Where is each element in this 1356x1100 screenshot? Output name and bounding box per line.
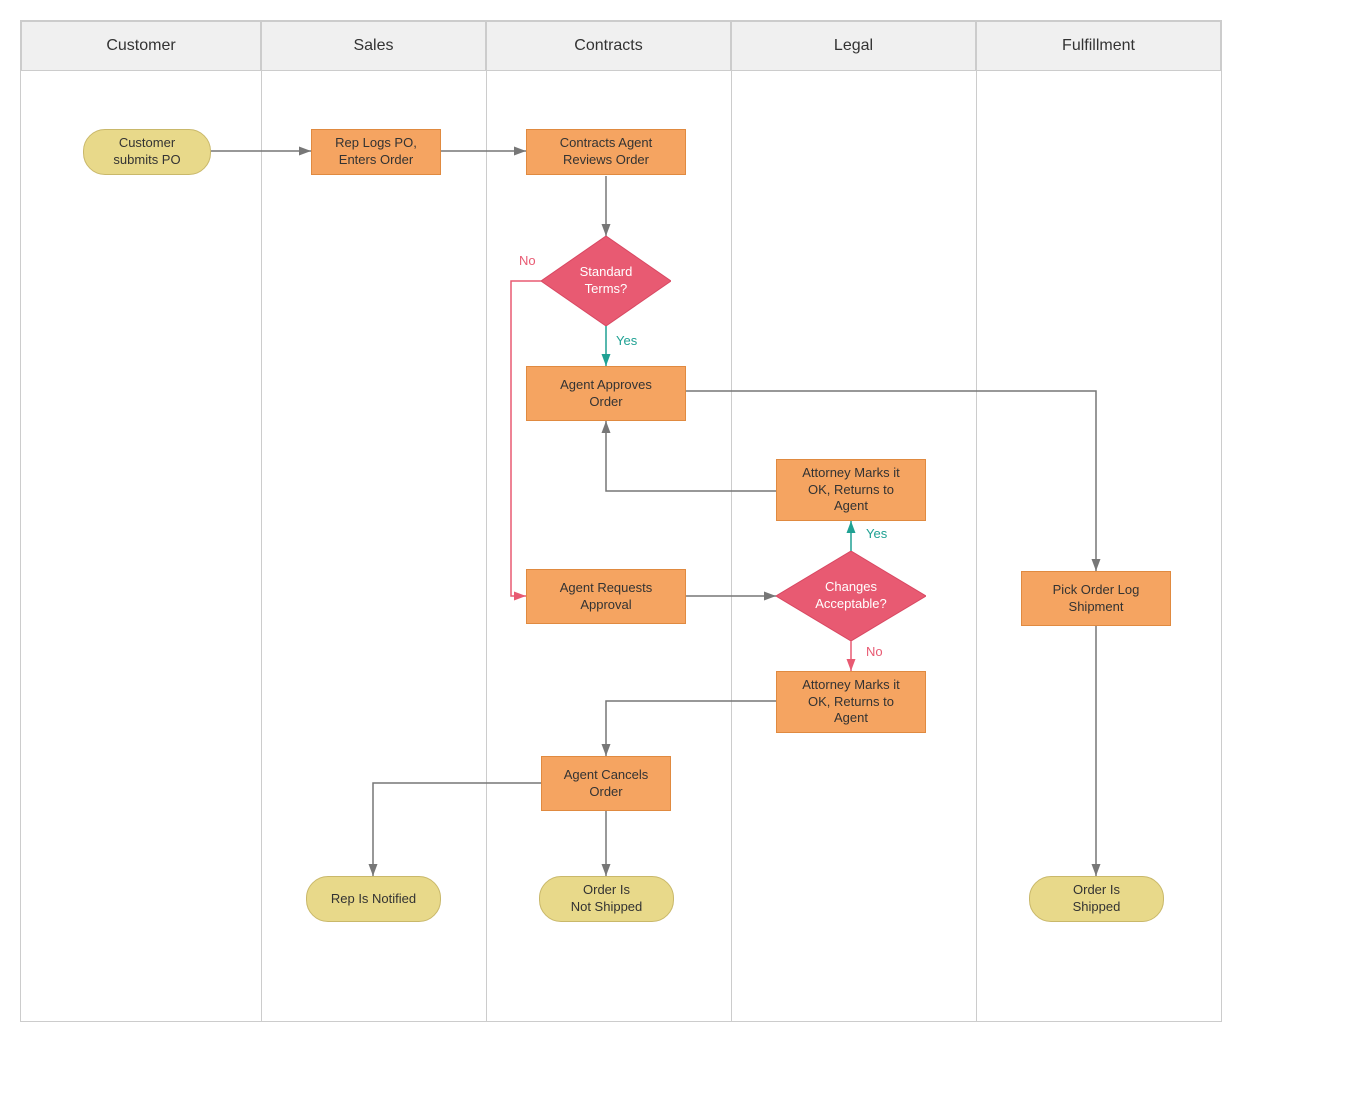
lane-header-contracts: Contracts (486, 21, 731, 71)
lane-header-legal: Legal (731, 21, 976, 71)
lane-label: Customer (106, 37, 175, 55)
process-rep-logs: Rep Logs PO,Enters Order (311, 129, 441, 175)
edge-label-yes: Yes (866, 526, 887, 541)
lane-divider (976, 71, 977, 1021)
node-label: Order IsShipped (1073, 882, 1121, 916)
lane-label: Legal (834, 37, 873, 55)
node-label: Attorney Marks itOK, Returns toAgent (802, 677, 900, 728)
lane-divider (486, 71, 487, 1021)
node-label: Rep Is Notified (331, 891, 416, 908)
terminator-not-shipped: Order IsNot Shipped (539, 876, 674, 922)
process-cancels: Agent CancelsOrder (541, 756, 671, 811)
process-reviews: Contracts AgentReviews Order (526, 129, 686, 175)
lane-divider (261, 71, 262, 1021)
process-approves: Agent ApprovesOrder (526, 366, 686, 421)
decision-standard-terms: StandardTerms? (541, 236, 671, 326)
node-label: Rep Logs PO,Enters Order (335, 135, 417, 169)
node-label: Attorney Marks itOK, Returns toAgent (802, 465, 900, 516)
lane-label: Fulfillment (1062, 37, 1135, 55)
lane-label: Sales (353, 37, 393, 55)
terminator-shipped: Order IsShipped (1029, 876, 1164, 922)
process-pick-order: Pick Order LogShipment (1021, 571, 1171, 626)
node-label: Customersubmits PO (113, 135, 180, 169)
node-label: StandardTerms? (580, 264, 633, 296)
node-label: Agent RequestsApproval (560, 580, 653, 614)
process-attorney-no: Attorney Marks itOK, Returns toAgent (776, 671, 926, 733)
lane-divider (731, 71, 732, 1021)
terminator-start: Customersubmits PO (83, 129, 211, 175)
process-attorney-ok: Attorney Marks itOK, Returns toAgent (776, 459, 926, 521)
swimlane-diagram: Customer Sales Contracts Legal Fulfillme… (20, 20, 1222, 1022)
edge-label-no: No (519, 253, 536, 268)
node-label: ChangesAcceptable? (815, 579, 887, 611)
node-label: Pick Order LogShipment (1053, 582, 1140, 616)
lane-header-sales: Sales (261, 21, 486, 71)
lane-label: Contracts (574, 37, 642, 55)
edge-label-no: No (866, 644, 883, 659)
edge-label-yes: Yes (616, 333, 637, 348)
node-label: Contracts AgentReviews Order (560, 135, 653, 169)
terminator-rep-notified: Rep Is Notified (306, 876, 441, 922)
node-label: Agent ApprovesOrder (560, 377, 652, 411)
node-label: Agent CancelsOrder (564, 767, 649, 801)
lane-header-customer: Customer (21, 21, 261, 71)
node-label: Order IsNot Shipped (571, 882, 643, 916)
lane-header-fulfillment: Fulfillment (976, 21, 1221, 71)
process-requests: Agent RequestsApproval (526, 569, 686, 624)
decision-changes-acceptable: ChangesAcceptable? (776, 551, 926, 641)
